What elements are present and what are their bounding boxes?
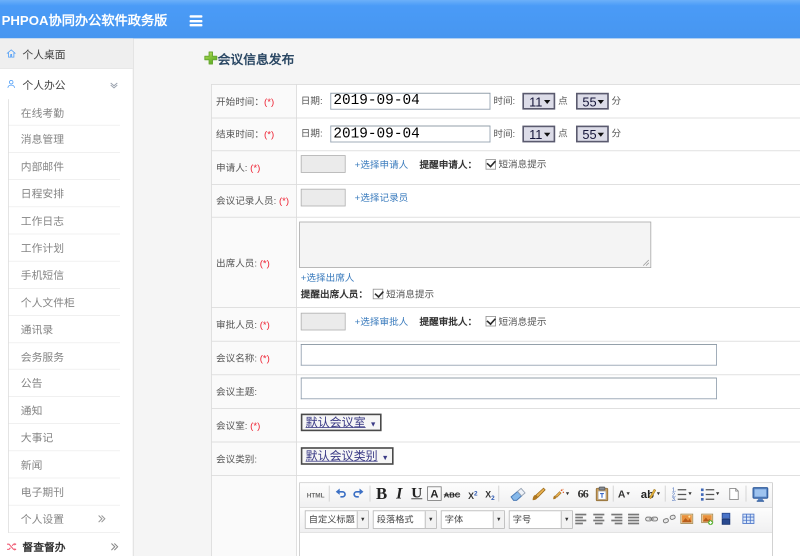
- svg-text:3.: 3.: [672, 495, 676, 501]
